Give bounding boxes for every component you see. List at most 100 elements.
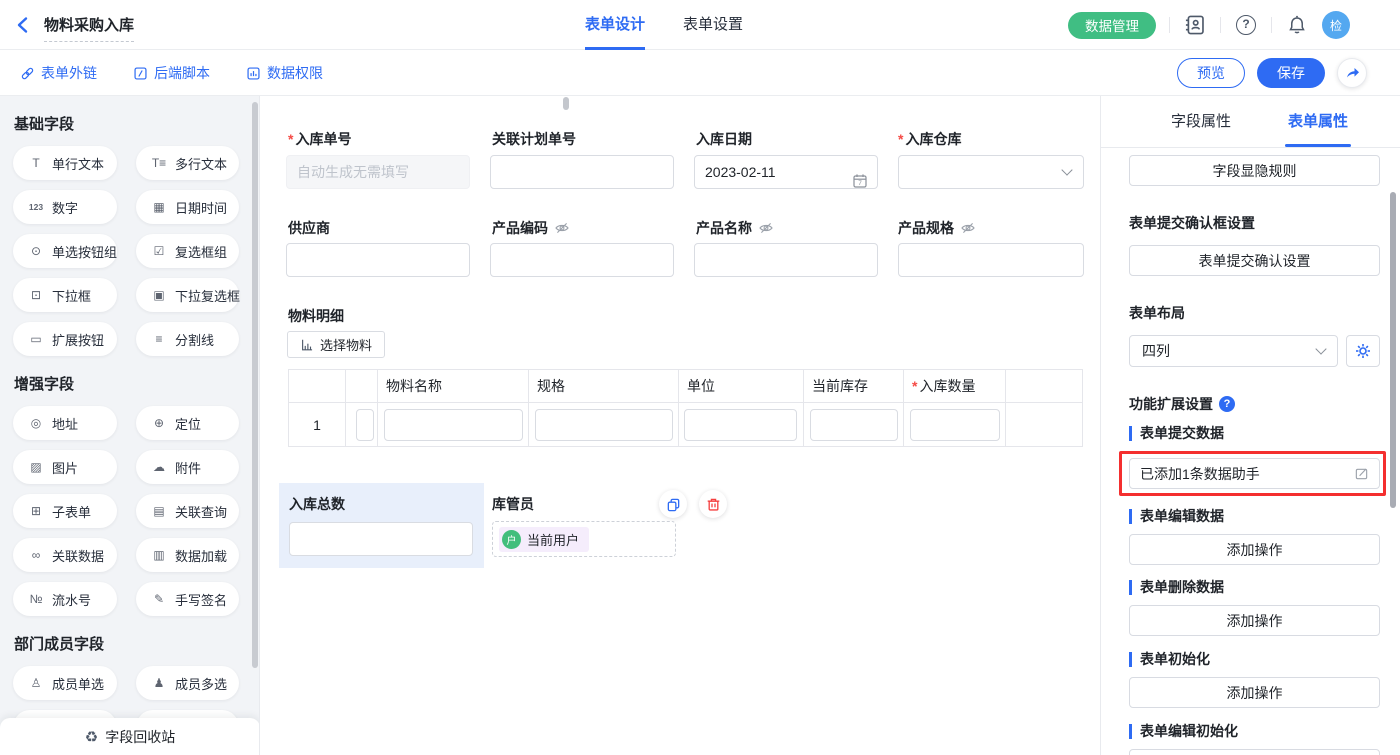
header: 物料采购入库 表单设计 表单设置 数据管理 ? bbox=[0, 0, 1400, 50]
field-type-member-single[interactable]: ♙成员单选 bbox=[13, 666, 117, 700]
help-circle-icon[interactable]: ? bbox=[1219, 396, 1235, 412]
clipped-input[interactable] bbox=[356, 409, 374, 441]
field-type-divider[interactable]: ≡分割线 bbox=[136, 322, 239, 356]
linked-query-icon: ▤ bbox=[150, 504, 168, 518]
material-detail-table: 物料名称 规格 单位 当前库存 *入库数量 1 bbox=[288, 369, 1083, 447]
field-type-attachment[interactable]: ☁附件 bbox=[136, 450, 239, 484]
field-type-linked-query[interactable]: ▤关联查询 bbox=[136, 494, 239, 528]
plan-no-input[interactable] bbox=[490, 155, 674, 189]
share-arrow-icon bbox=[1344, 65, 1360, 81]
layout-row: 四列 bbox=[1129, 335, 1380, 367]
submit-confirm-settings-button[interactable]: 表单提交确认设置 bbox=[1129, 245, 1380, 276]
field-type-checkbox-group[interactable]: ☑复选框组 bbox=[136, 234, 239, 268]
field-type-location[interactable]: ⊕定位 bbox=[136, 406, 239, 440]
back-icon[interactable] bbox=[14, 16, 32, 34]
add-action-button[interactable]: 添加操作 bbox=[1129, 534, 1380, 565]
tab-field-properties[interactable]: 字段属性 bbox=[1171, 96, 1231, 148]
field-type-radio-group[interactable]: ⊙单选按钮组 bbox=[13, 234, 117, 268]
row-index-cell: 1 bbox=[289, 403, 346, 446]
inbound-no-input[interactable] bbox=[286, 155, 470, 189]
sidebar-scrollbar-thumb[interactable] bbox=[252, 102, 258, 668]
toolbar-links: 表单外链 后端脚本 数据权限 bbox=[20, 50, 323, 96]
product-code-input[interactable] bbox=[490, 243, 674, 277]
field-type-extend-button[interactable]: ▭扩展按钮 bbox=[13, 322, 117, 356]
field-type-datetime[interactable]: ▦日期时间 bbox=[136, 190, 239, 224]
duplicate-field-button[interactable] bbox=[659, 490, 687, 518]
contact-book-icon[interactable] bbox=[1183, 13, 1207, 37]
delete-field-button[interactable] bbox=[699, 490, 727, 518]
select-material-button[interactable]: 选择物料 bbox=[287, 331, 385, 358]
basic-fields-grid: T单行文本 T≡多行文本 123数字 ▦日期时间 ⊙单选按钮组 ☑复选框组 ⊡下… bbox=[0, 146, 259, 356]
product-spec-input[interactable] bbox=[898, 243, 1084, 277]
field-type-image[interactable]: ▨图片 bbox=[13, 450, 117, 484]
preview-button[interactable]: 预览 bbox=[1177, 58, 1245, 88]
external-link-button[interactable]: 表单外链 bbox=[20, 63, 97, 83]
material-name-input[interactable] bbox=[384, 409, 523, 441]
field-type-single-line-text[interactable]: T单行文本 bbox=[13, 146, 117, 180]
field-type-signature[interactable]: ✎手写签名 bbox=[136, 582, 239, 616]
section-title-enhanced-fields: 增强字段 bbox=[14, 373, 245, 394]
page-title[interactable]: 物料采购入库 bbox=[44, 14, 134, 42]
inbound-date-input[interactable]: 7 bbox=[694, 164, 878, 181]
field-type-serial-number[interactable]: №流水号 bbox=[13, 582, 117, 616]
divider-icon: ≡ bbox=[150, 332, 168, 346]
chevron-down-icon bbox=[1315, 343, 1326, 354]
field-visibility-rules-button[interactable]: 字段显隐规则 bbox=[1129, 155, 1380, 186]
supplier-input[interactable] bbox=[286, 243, 470, 277]
layout-settings-button[interactable] bbox=[1346, 335, 1380, 367]
field-label-product-code: 产品编码 bbox=[492, 220, 570, 236]
field-recycle-bin[interactable]: ♻ 字段回收站 bbox=[0, 718, 260, 755]
share-button[interactable] bbox=[1337, 58, 1367, 88]
total-field-selected-block[interactable]: 入库总数 bbox=[279, 483, 484, 568]
bell-icon[interactable] bbox=[1285, 13, 1309, 37]
stock-cell bbox=[804, 403, 904, 446]
col-header-unit: 单位 bbox=[679, 370, 804, 403]
user-circle-icon: 户 bbox=[502, 530, 521, 549]
stock-input[interactable] bbox=[810, 409, 898, 441]
tab-form-settings[interactable]: 表单设置 bbox=[683, 0, 743, 50]
add-action-button[interactable]: 添加操作 bbox=[1129, 605, 1380, 636]
unit-input[interactable] bbox=[684, 409, 797, 441]
header-actions: 数据管理 ? 检 bbox=[1068, 0, 1350, 50]
canvas-scrollbar-thumb[interactable] bbox=[563, 97, 569, 110]
data-load-icon: ▥ bbox=[150, 548, 168, 562]
user-avatar[interactable]: 检 bbox=[1322, 11, 1350, 39]
panel-scrollbar-thumb[interactable] bbox=[1390, 192, 1396, 508]
field-type-select[interactable]: ⊡下拉框 bbox=[13, 278, 117, 312]
add-action-button[interactable]: 添加操作 bbox=[1129, 677, 1380, 708]
field-type-address[interactable]: ◎地址 bbox=[13, 406, 117, 440]
required-asterisk: * bbox=[288, 131, 293, 147]
multi-line-text-icon: T≡ bbox=[150, 156, 168, 170]
layout-select[interactable]: 四列 bbox=[1129, 335, 1338, 367]
field-type-subform[interactable]: ⊞子表单 bbox=[13, 494, 117, 528]
data-permission-button[interactable]: 数据权限 bbox=[246, 63, 323, 83]
field-type-number[interactable]: 123数字 bbox=[13, 190, 117, 224]
keeper-field-box[interactable]: 户 当前用户 bbox=[492, 521, 676, 557]
tab-form-properties[interactable]: 表单属性 bbox=[1288, 96, 1348, 148]
backend-script-button[interactable]: 后端脚本 bbox=[133, 63, 210, 83]
col-header-spec: 规格 bbox=[529, 370, 679, 403]
help-icon[interactable]: ? bbox=[1234, 13, 1258, 37]
single-line-text-icon: T bbox=[27, 156, 45, 170]
red-annotation-box: 已添加1条数据助手 bbox=[1119, 451, 1386, 496]
tab-form-design[interactable]: 表单设计 bbox=[585, 0, 645, 50]
field-type-member-multi[interactable]: ♟成员多选 bbox=[136, 666, 239, 700]
field-type-multi-line-text[interactable]: T≡多行文本 bbox=[136, 146, 239, 180]
field-type-multi-select[interactable]: ▣下拉复选框 bbox=[136, 278, 239, 312]
copy-icon bbox=[666, 497, 681, 512]
current-user-tag[interactable]: 户 当前用户 bbox=[499, 527, 589, 552]
product-name-input[interactable] bbox=[694, 243, 878, 277]
field-type-linked-data[interactable]: ∞关联数据 bbox=[13, 538, 117, 572]
submit-data-assistant-button[interactable]: 已添加1条数据助手 bbox=[1129, 458, 1380, 489]
unit-cell bbox=[679, 403, 804, 446]
total-input[interactable] bbox=[289, 522, 473, 556]
chevron-down-icon bbox=[1061, 164, 1072, 175]
extension-settings-title: 功能扩展设置 ? bbox=[1129, 394, 1380, 414]
warehouse-select[interactable] bbox=[898, 155, 1084, 189]
save-button[interactable]: 保存 bbox=[1257, 58, 1325, 88]
data-manage-button[interactable]: 数据管理 bbox=[1068, 12, 1156, 39]
add-action-button[interactable]: 添加操作 bbox=[1129, 749, 1380, 755]
quantity-input[interactable] bbox=[910, 409, 1000, 441]
spec-input[interactable] bbox=[535, 409, 673, 441]
field-type-data-load[interactable]: ▥数据加载 bbox=[136, 538, 239, 572]
